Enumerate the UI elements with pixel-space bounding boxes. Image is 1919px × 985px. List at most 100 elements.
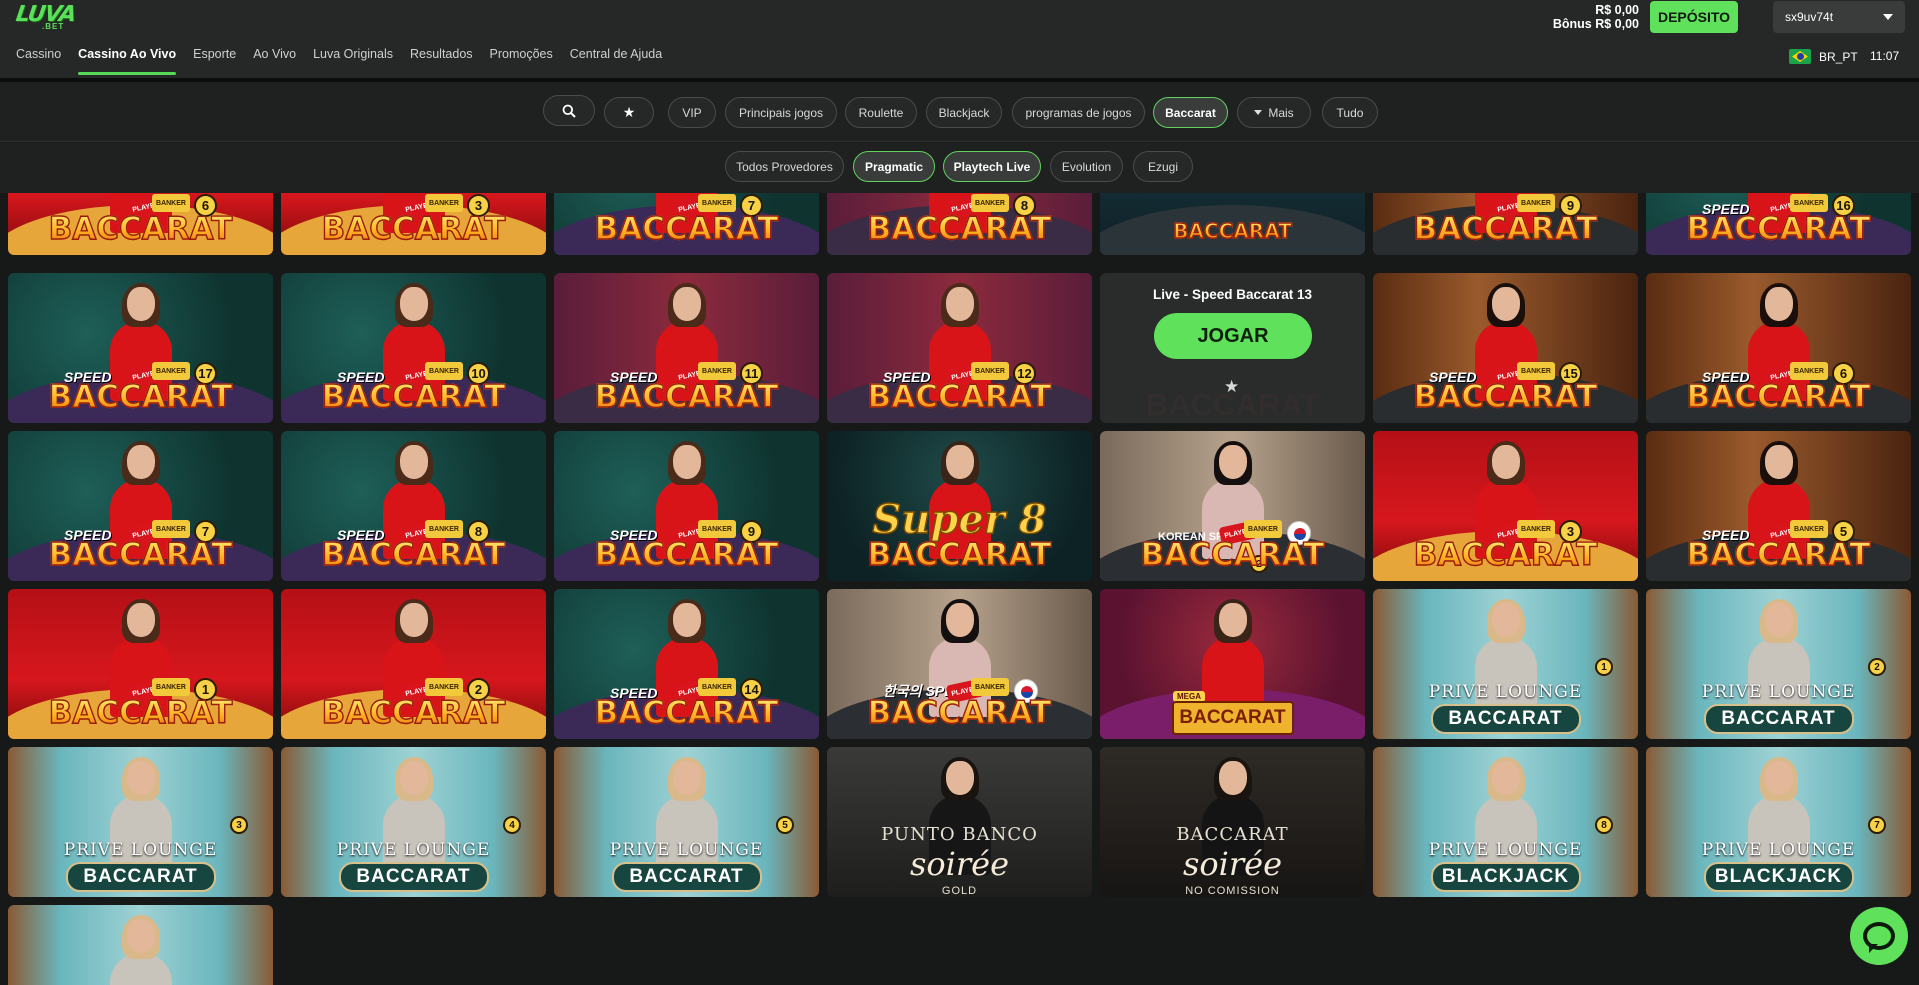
star-icon: ★ [622, 104, 636, 120]
balance-bonus: Bônus R$ 0,00 [1552, 17, 1639, 31]
language-selector[interactable]: BR_PT [1789, 49, 1858, 64]
game-tile[interactable]: PLAYER BANKER 6 BACCARAT [8, 193, 273, 255]
game-tile[interactable]: PRIVE LOUNGE BACCARAT 1 [1373, 589, 1638, 739]
nav-cassino-ao-vivo[interactable]: Cassino Ao Vivo [78, 47, 176, 77]
prive-lounge-label: PRIVE LOUNGE [1428, 840, 1583, 860]
brand-logo[interactable]: LUVA .BET [14, 2, 78, 32]
prive-lounge-label: PRIVE LOUNGE [1701, 682, 1856, 702]
game-logo-text: BACCARAT [1646, 536, 1911, 573]
game-tile[interactable]: SPEED PLAYER BANKER 11 BACCARAT [554, 273, 819, 423]
game-tile[interactable]: PRIVE LOUNGE BACCARAT 4 [281, 747, 546, 897]
game-tile[interactable]: PLAYER BANKER 9 BACCARAT [1373, 193, 1638, 255]
game-logo-text: BACCARAT [1430, 704, 1581, 734]
table-number-badge: 5 [776, 816, 794, 834]
game-logo-text: BACCARAT [1100, 536, 1365, 573]
banker-chip: BANKER [1790, 520, 1828, 538]
user-menu[interactable]: sx9uv74t [1773, 1, 1905, 33]
game-tile[interactable]: SPEED PLAYER BANKER 9 BACCARAT [554, 431, 819, 581]
cat-mais[interactable]: Mais [1237, 97, 1311, 128]
game-tile[interactable]: FORTUNE 6BACCARAT [1100, 193, 1365, 255]
game-tile-hover[interactable]: BACCARAT Live - Speed Baccarat 13 JOGAR ★ [1100, 273, 1365, 423]
dealer-head [672, 603, 701, 637]
banker-chip: BANKER [698, 194, 736, 212]
game-tile[interactable]: SPEED PLAYER BANKER 16 BACCARAT [1646, 193, 1911, 255]
dealer-head [945, 445, 974, 479]
game-logo-text: BACCARAT [8, 378, 273, 415]
game-logo-text: BACCARAT [281, 694, 546, 731]
game-tile[interactable]: PRIVE LOUNGE BACCARAT 2 [1646, 589, 1911, 739]
nav-central-de-ajuda[interactable]: Central de Ajuda [570, 47, 662, 77]
dealer-head [672, 445, 701, 479]
game-tile[interactable]: SPEED PLAYER BANKER 14 BACCARAT [554, 589, 819, 739]
game-tile[interactable]: SPEED PLAYER BANKER 15 BACCARAT [1373, 273, 1638, 423]
cat-mais-label: Mais [1268, 105, 1294, 120]
game-tile[interactable]: PLAYER BANKER 1 BACCARAT [8, 589, 273, 739]
game-tile[interactable]: SPEED PLAYER BANKER 6 BACCARAT [1646, 273, 1911, 423]
cat-roulette[interactable]: Roulette [845, 97, 917, 128]
game-tile[interactable]: PUNTO BANCO soirée GOLD [827, 747, 1092, 897]
search-button[interactable] [543, 95, 595, 126]
chevron-down-icon [1883, 14, 1893, 20]
nav-ao-vivo[interactable]: Ao Vivo [253, 47, 296, 77]
cat-vip[interactable]: VIP [668, 97, 716, 128]
game-logo-text: BACCARAT [281, 536, 546, 573]
game-tile[interactable] [8, 905, 273, 985]
table-number-badge: 7 [1868, 816, 1886, 834]
cat-tudo[interactable]: Tudo [1322, 97, 1378, 128]
game-logo-text: BACCARAT [8, 210, 273, 247]
table-number-badge: 1 [1595, 658, 1613, 676]
game-tile[interactable]: 한국의 SPEED PLAYER BANKER BACCARAT [827, 589, 1092, 739]
game-tile[interactable]: PRIVE LOUNGE BLACKJACK 7 [1646, 747, 1911, 897]
dealer-head [399, 287, 428, 321]
dealer-head [672, 761, 701, 795]
prov-ezugi[interactable]: Ezugi [1133, 151, 1193, 182]
game-tile[interactable]: BACCARAT soirée NO COMISSION [1100, 747, 1365, 897]
super8-logo: Super 8 [872, 495, 1048, 544]
game-tile[interactable]: PLAYER BANKER 3 BACCARAT [281, 193, 546, 255]
game-logo-text: BACCARAT [827, 210, 1092, 247]
cat-programas-de-jogos[interactable]: programas de jogos [1012, 97, 1145, 128]
game-tile[interactable]: PRIVE LOUNGE BLACKJACK 8 [1373, 747, 1638, 897]
game-tile[interactable]: SPEED PLAYER BANKER 8 BACCARAT [281, 431, 546, 581]
prov-pragmatic[interactable]: Pragmatic [853, 151, 935, 182]
banker-chip: BANKER [1244, 520, 1282, 538]
game-tile[interactable]: SPEED PLAYER BANKER 12 BACCARAT [827, 273, 1092, 423]
game-tile[interactable]: PLAYER BANKER 8 BACCARAT [827, 193, 1092, 255]
dealer-head [945, 603, 974, 637]
game-tile[interactable]: SPEED PLAYER BANKER 5 BACCARAT [1646, 431, 1911, 581]
dealer-figure [109, 915, 172, 985]
favorites-button[interactable]: ★ [604, 97, 654, 128]
nav-promocoes[interactable]: Promoções [490, 47, 553, 77]
cat-blackjack[interactable]: Blackjack [926, 97, 1002, 128]
game-tile[interactable]: Super 8 BACCARAT [827, 431, 1092, 581]
game-tile[interactable]: MEGA BACCARAT [1100, 589, 1365, 739]
prive-lounge-label: PRIVE LOUNGE [1701, 840, 1856, 860]
play-button[interactable]: JOGAR [1154, 313, 1312, 359]
game-tile[interactable]: PLAYER BANKER 7 BACCARAT [554, 193, 819, 255]
chat-button[interactable] [1850, 907, 1908, 965]
cat-baccarat[interactable]: Baccarat [1153, 97, 1228, 128]
prov-evolution[interactable]: Evolution [1050, 151, 1123, 182]
prov-playtech-live[interactable]: Playtech Live [943, 151, 1041, 182]
provider-filter-bar: Todos Provedores Pragmatic Playtech Live… [0, 143, 1919, 193]
nav-esporte[interactable]: Esporte [193, 47, 236, 77]
game-tile[interactable]: PLAYER BANKER 3 BACCARAT [1373, 431, 1638, 581]
dealer-head [126, 287, 155, 321]
dealer-head [126, 445, 155, 479]
game-tile[interactable]: PLAYER BANKER 2 BACCARAT [281, 589, 546, 739]
cat-principais-jogos[interactable]: Principais jogos [725, 97, 837, 128]
game-tile[interactable]: PRIVE LOUNGE BACCARAT 3 [8, 747, 273, 897]
game-logo-text: BACCARAT [554, 378, 819, 415]
game-tile[interactable]: KOREAN SPEED2PLAYERBANKERBACCARAT [1100, 431, 1365, 581]
game-tile[interactable]: PRIVE LOUNGE BACCARAT 5 [554, 747, 819, 897]
prov-todos[interactable]: Todos Provedores [725, 151, 844, 182]
game-tile[interactable]: SPEED PLAYER BANKER 10 BACCARAT [281, 273, 546, 423]
nav-resultados[interactable]: Resultados [410, 47, 473, 77]
game-tile[interactable]: SPEED PLAYER BANKER 7 BACCARAT [8, 431, 273, 581]
deposit-button[interactable]: DEPÓSITO [1650, 1, 1738, 33]
nav-luva-originals[interactable]: Luva Originals [313, 47, 393, 77]
nav-cassino[interactable]: Cassino [16, 47, 61, 77]
game-logo-text: BACCARAT [827, 536, 1092, 573]
game-tile[interactable]: SPEED PLAYER BANKER 17 BACCARAT [8, 273, 273, 423]
favorite-star-icon[interactable]: ★ [1224, 377, 1239, 397]
